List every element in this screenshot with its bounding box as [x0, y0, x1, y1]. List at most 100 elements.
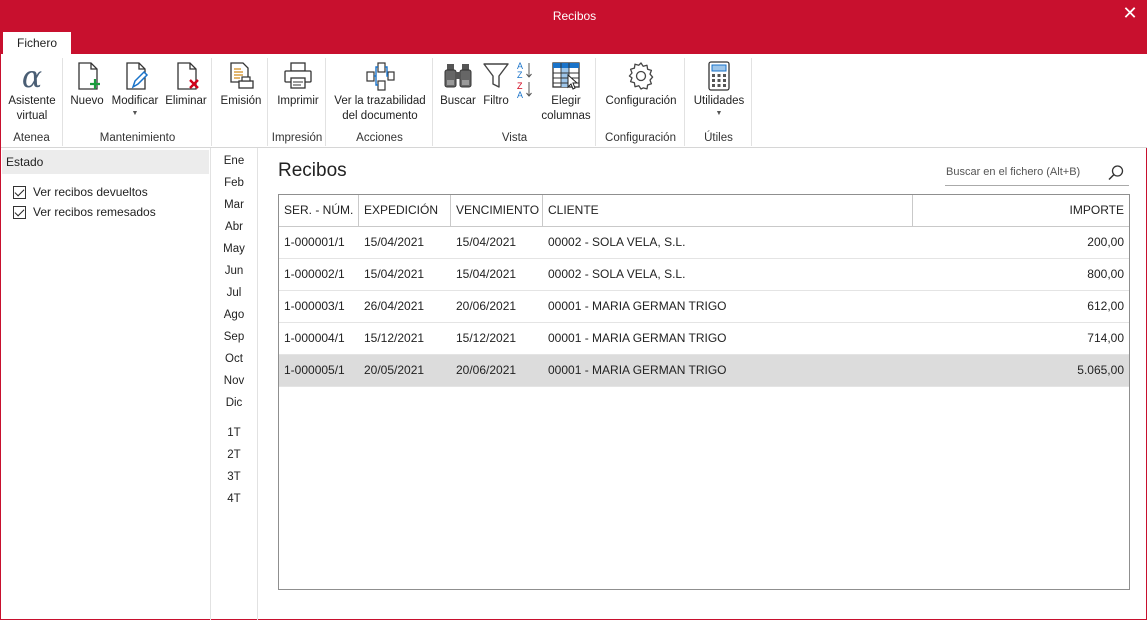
cell-issue-date: 15/04/2021	[364, 267, 425, 281]
quarter-3t[interactable]: 3T	[212, 471, 256, 483]
search-icon[interactable]	[1107, 164, 1125, 182]
month-nov[interactable]: Nov	[212, 375, 256, 387]
edit-button[interactable]: Modificar ▼	[108, 60, 162, 119]
month-ene[interactable]: Ene	[212, 155, 256, 167]
month-jun[interactable]: Jun	[212, 265, 256, 277]
checkbox-returned-receipts[interactable]: Ver recibos devueltos	[1, 182, 210, 202]
cell-number: 1-000003/1	[284, 299, 345, 313]
status-sidebar: Estado Ver recibos devueltos Ver recibos…	[1, 148, 211, 620]
checkbox-label: Ver recibos devueltos	[33, 185, 148, 199]
table-row[interactable]: 1-000004/1 15/12/2021 15/12/2021 00001 -…	[279, 323, 1129, 355]
new-document-icon	[78, 62, 100, 90]
close-icon[interactable]: ✕	[1120, 0, 1140, 26]
month-jul[interactable]: Jul	[212, 287, 256, 299]
sort-button[interactable]: A Z Z A	[514, 60, 536, 102]
group-label-utiles: Útiles	[704, 132, 733, 144]
ribbon-tab-bar: Fichero	[1, 32, 1147, 54]
column-header-due-date[interactable]: VENCIMIENTO	[451, 195, 543, 226]
group-label-mantenimiento: Mantenimiento	[99, 132, 176, 144]
group-label-acciones: Acciones	[356, 132, 403, 144]
main-content: Recibos SER. - NÚM. EXPEDICIÓN VENCIMIEN…	[259, 148, 1147, 620]
table-row-selected[interactable]: 1-000005/1 20/05/2021 20/06/2021 00001 -…	[279, 355, 1129, 387]
checkbox-remitted-receipts[interactable]: Ver recibos remesados	[1, 202, 210, 222]
cell-issue-date: 15/12/2021	[364, 331, 425, 345]
search-button[interactable]: Buscar	[438, 60, 478, 109]
quarter-2t[interactable]: 2T	[212, 449, 256, 461]
ribbon-group-configuracion: Configuración Configuración	[597, 58, 685, 146]
cell-due-date: 20/06/2021	[456, 363, 517, 377]
ribbon-group-utiles: Utilidades ▼ Útiles	[686, 58, 752, 146]
group-label-vista: Vista	[501, 132, 528, 144]
column-header-client[interactable]: CLIENTE	[543, 195, 913, 226]
checkbox-checked-icon[interactable]	[13, 185, 26, 199]
month-dic[interactable]: Dic	[212, 397, 256, 409]
cell-client: 00002 - SOLA VELA, S.L.	[548, 235, 686, 249]
checkbox-checked-icon[interactable]	[13, 205, 26, 219]
cell-due-date: 15/12/2021	[456, 331, 517, 345]
month-sep[interactable]: Sep	[212, 331, 256, 343]
cell-client: 00001 - MARIA GERMAN TRIGO	[548, 299, 727, 313]
binoculars-icon	[444, 64, 472, 88]
gear-icon	[628, 62, 654, 90]
table-row[interactable]: 1-000003/1 26/04/2021 20/06/2021 00001 -…	[279, 291, 1129, 323]
cell-number: 1-000001/1	[284, 235, 345, 249]
month-mar[interactable]: Mar	[212, 199, 256, 211]
emission-icon	[230, 62, 254, 89]
cell-client: 00002 - SOLA VELA, S.L.	[548, 267, 686, 281]
cell-issue-date: 15/04/2021	[364, 235, 425, 249]
month-oct[interactable]: Oct	[212, 353, 256, 365]
page-title: Recibos	[278, 160, 347, 181]
period-filter: Ene Feb Mar Abr May Jun Jul Ago Sep Oct …	[212, 148, 258, 620]
cell-number: 1-000005/1	[284, 363, 345, 377]
traceability-icon	[366, 62, 395, 91]
cell-amount: 5.065,00	[1077, 363, 1124, 377]
column-header-number[interactable]: SER. - NÚM.	[279, 195, 359, 226]
svg-text:Z: Z	[517, 70, 523, 80]
printer-icon	[284, 62, 312, 89]
month-ago[interactable]: Ago	[212, 309, 256, 321]
traceability-button[interactable]: Ver la trazabilidad del documento	[330, 60, 430, 124]
ribbon-group-atenea: α Asistente virtual Atenea	[1, 58, 63, 146]
window-title: Recibos	[552, 9, 597, 23]
group-label-atenea: Atenea	[13, 132, 50, 144]
filter-button[interactable]: Filtro	[478, 60, 514, 109]
cell-amount: 800,00	[1087, 267, 1124, 281]
month-feb[interactable]: Feb	[212, 177, 256, 189]
tab-fichero[interactable]: Fichero	[3, 32, 72, 54]
edit-document-icon	[126, 62, 149, 90]
month-abr[interactable]: Abr	[212, 221, 256, 233]
column-header-issue-date[interactable]: EXPEDICIÓN	[359, 195, 451, 226]
table-row[interactable]: 1-000002/1 15/04/2021 15/04/2021 00002 -…	[279, 259, 1129, 291]
sort-az-icon: A Z Z A	[517, 61, 532, 100]
cell-amount: 200,00	[1087, 235, 1124, 249]
cell-client: 00001 - MARIA GERMAN TRIGO	[548, 331, 727, 345]
delete-button[interactable]: Eliminar	[163, 60, 209, 109]
cell-client: 00001 - MARIA GERMAN TRIGO	[548, 363, 727, 377]
utilities-button[interactable]: Utilidades ▼	[689, 60, 749, 119]
cell-amount: 612,00	[1087, 299, 1124, 313]
svg-text:A: A	[517, 90, 523, 100]
chevron-down-icon: ▼	[715, 110, 723, 117]
table-row[interactable]: 1-000001/1 15/04/2021 15/04/2021 00002 -…	[279, 227, 1129, 259]
ribbon: α Asistente virtual Atenea Nuevo Modific…	[1, 54, 1147, 148]
quarter-1t[interactable]: 1T	[212, 427, 256, 439]
app-window: Recibos ✕ Fichero α Asistente virtual At…	[0, 0, 1147, 620]
quarter-4t[interactable]: 4T	[212, 493, 256, 505]
assistant-button[interactable]: α Asistente virtual	[3, 60, 61, 124]
cell-number: 1-000004/1	[284, 331, 345, 345]
cell-amount: 714,00	[1087, 331, 1124, 345]
choose-columns-button[interactable]: Elegir columnas	[538, 60, 594, 124]
column-header-amount[interactable]: IMPORTE	[913, 195, 1129, 226]
cell-due-date: 20/06/2021	[456, 299, 517, 313]
month-may[interactable]: May	[212, 243, 256, 255]
delete-document-icon	[177, 62, 199, 90]
cell-issue-date: 20/05/2021	[364, 363, 425, 377]
group-label-configuracion: Configuración	[605, 132, 676, 144]
emission-button[interactable]: Emisión	[217, 60, 265, 109]
cell-due-date: 15/04/2021	[456, 235, 517, 249]
print-button[interactable]: Imprimir	[272, 60, 324, 109]
new-button[interactable]: Nuevo	[67, 60, 107, 109]
search-input[interactable]	[945, 160, 1101, 184]
receipts-table: SER. - NÚM. EXPEDICIÓN VENCIMIENTO CLIEN…	[278, 194, 1130, 590]
settings-button[interactable]: Configuración	[601, 60, 681, 109]
